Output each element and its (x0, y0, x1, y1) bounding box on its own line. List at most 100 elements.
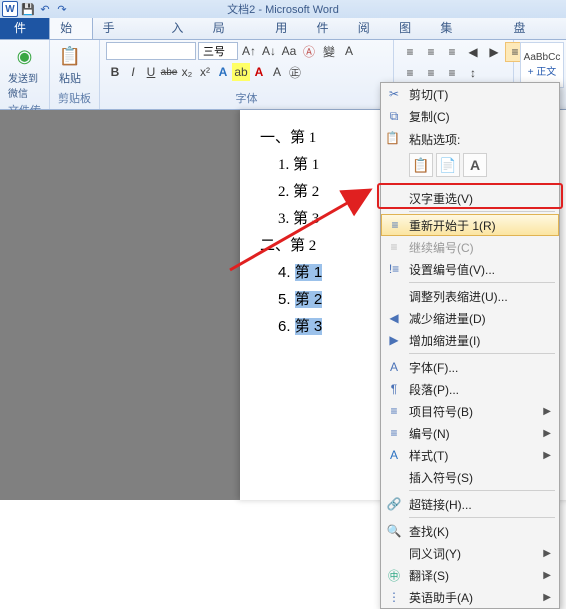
paste-text-only[interactable]: A (463, 153, 487, 177)
submenu-arrow-icon: ▶ (543, 570, 551, 581)
numbering-icon: ≡ (385, 426, 403, 440)
word-icon: W (2, 1, 18, 17)
cut-icon: ✂ (385, 87, 403, 101)
align-center-button[interactable]: ≡ (400, 63, 420, 83)
submenu-arrow-icon: ▶ (543, 592, 551, 603)
outdent-icon: ◀ (385, 311, 403, 325)
superscript-button[interactable]: x² (196, 63, 214, 81)
font-size-combo[interactable]: 三号 (198, 42, 238, 60)
save-icon[interactable]: 💾 (21, 2, 35, 16)
ctx-english-assist[interactable]: ⋮英语助手(A)▶ (381, 586, 559, 608)
separator (409, 211, 555, 212)
group-clipboard: 📋 粘贴 剪贴板 (50, 40, 100, 109)
ctx-translate[interactable]: ㊥翻译(S)▶ (381, 564, 559, 586)
link-icon: 🔗 (385, 497, 403, 511)
justify-button[interactable]: ≡ (442, 63, 462, 83)
paragraph-icon: ¶ (385, 382, 403, 396)
ctx-bullets[interactable]: ≡项目符号(B)▶ (381, 400, 559, 422)
bullets-icon: ≡ (385, 404, 403, 418)
group-wechat: ◉ 发送到微信 文件传输 (0, 40, 50, 109)
separator (409, 517, 555, 518)
wechat-icon: ◉ (13, 44, 37, 68)
submenu-arrow-icon: ▶ (543, 406, 551, 417)
ctx-cut[interactable]: ✂剪切(T) (381, 83, 559, 105)
context-menu: ✂剪切(T) ⧉复制(C) 📋粘贴选项: 📋 📄 A 汉字重选(V) ≡重新开始… (380, 82, 560, 609)
ctx-font[interactable]: A字体(F)... (381, 356, 559, 378)
char-shading-button[interactable]: A (268, 63, 286, 81)
subscript-button[interactable]: x₂ (178, 63, 196, 81)
font-family-combo[interactable] (106, 42, 196, 60)
line-spacing-button[interactable]: ↕ (463, 63, 483, 83)
border-char-button[interactable]: A (340, 42, 358, 60)
ctx-synonyms[interactable]: 同义词(Y)▶ (381, 542, 559, 564)
separator (409, 184, 555, 185)
translate-icon: ㊥ (385, 567, 403, 584)
text-effects-button[interactable]: A (214, 63, 232, 81)
window-title: 文档2 - Microsoft Word (227, 1, 339, 17)
ctx-adjust-indent[interactable]: 调整列表缩进(U)... (381, 285, 559, 307)
send-wechat-button[interactable]: ◉ 发送到微信 (6, 42, 43, 102)
submenu-arrow-icon: ▶ (543, 450, 551, 461)
phonetic-button[interactable]: 變 (320, 42, 338, 60)
multilevel-button[interactable]: ≡ (442, 42, 462, 62)
undo-icon[interactable]: ↶ (38, 2, 52, 16)
paste-merge[interactable]: 📄 (436, 153, 460, 177)
underline-button[interactable]: U (142, 63, 160, 81)
selection[interactable]: 第 3 (295, 318, 323, 335)
ctx-styles[interactable]: A样式(T)▶ (381, 444, 559, 466)
ctx-numbering[interactable]: ≡编号(N)▶ (381, 422, 559, 444)
copy-icon: ⧉ (385, 109, 403, 124)
font-color-button[interactable]: A (250, 63, 268, 81)
change-case-button[interactable]: Aa (280, 42, 298, 60)
quick-access-toolbar: W 💾 ↶ ↷ (2, 0, 69, 18)
paste-options: 📋 📄 A (381, 150, 559, 182)
group-label-font: 字体 (106, 90, 387, 107)
ctx-lookup[interactable]: 🔍查找(K) (381, 520, 559, 542)
enclose-char-button[interactable]: ㊣ (286, 63, 304, 81)
selection[interactable]: 第 1 (295, 264, 323, 281)
strike-button[interactable]: abe (160, 63, 178, 81)
ctx-increase-indent[interactable]: ▶增加缩进量(I) (381, 329, 559, 351)
selection[interactable]: 第 2 (295, 291, 323, 308)
separator (409, 490, 555, 491)
ribbon-tabs: 文件 开始 Office助手 插入 页面布局 引用 邮件 审阅 视图 PDF工具… (0, 18, 566, 40)
ctx-paragraph[interactable]: ¶段落(P)... (381, 378, 559, 400)
redo-icon[interactable]: ↷ (55, 2, 69, 16)
ctx-restart-at-1[interactable]: ≡重新开始于 1(R) (381, 214, 559, 236)
number-icon: !≡ (385, 262, 403, 276)
increase-indent-button[interactable]: ▶ (484, 42, 504, 62)
paste-icon: 📋 (385, 131, 400, 145)
highlight-button[interactable]: ab (232, 63, 250, 81)
submenu-arrow-icon: ▶ (543, 548, 551, 559)
bullets-button[interactable]: ≡ (400, 42, 420, 62)
grow-font-button[interactable]: A↑ (240, 42, 258, 60)
submenu-arrow-icon: ▶ (543, 428, 551, 439)
ctx-copy[interactable]: ⧉复制(C) (381, 105, 559, 127)
bold-button[interactable]: B (106, 63, 124, 81)
paste-keep-source[interactable]: 📋 (409, 153, 433, 177)
paste-button[interactable]: 📋 粘贴 (56, 42, 84, 88)
font-icon: A (385, 360, 403, 374)
ctx-decrease-indent[interactable]: ◀减少缩进量(D) (381, 307, 559, 329)
separator (409, 282, 555, 283)
separator (409, 353, 555, 354)
styles-icon: A (385, 448, 403, 462)
ctx-set-number-value[interactable]: !≡设置编号值(V)... (381, 258, 559, 280)
ctx-hanzi-reselect[interactable]: 汉字重选(V) (381, 187, 559, 209)
group-font: 三号 A↑ A↓ Aa Ⓐ 變 A B I U abe x₂ x² A ab A… (100, 40, 394, 109)
ctx-insert-symbol[interactable]: 插入符号(S) (381, 466, 559, 488)
list-icon: ≡ (386, 218, 404, 232)
ctx-continue-numbering[interactable]: ≡继续编号(C) (381, 236, 559, 258)
align-right-button[interactable]: ≡ (421, 63, 441, 83)
italic-button[interactable]: I (124, 63, 142, 81)
shrink-font-button[interactable]: A↓ (260, 42, 278, 60)
numbering-button[interactable]: ≡ (421, 42, 441, 62)
search-icon: 🔍 (385, 524, 403, 538)
paste-icon: 📋 (58, 44, 82, 68)
title-bar: W 💾 ↶ ↷ 文档2 - Microsoft Word (0, 0, 566, 18)
indent-icon: ▶ (385, 333, 403, 347)
clear-format-button[interactable]: Ⓐ (300, 42, 318, 60)
decrease-indent-button[interactable]: ◀ (463, 42, 483, 62)
ctx-hyperlink[interactable]: 🔗超链接(H)... (381, 493, 559, 515)
assist-icon: ⋮ (385, 590, 403, 604)
